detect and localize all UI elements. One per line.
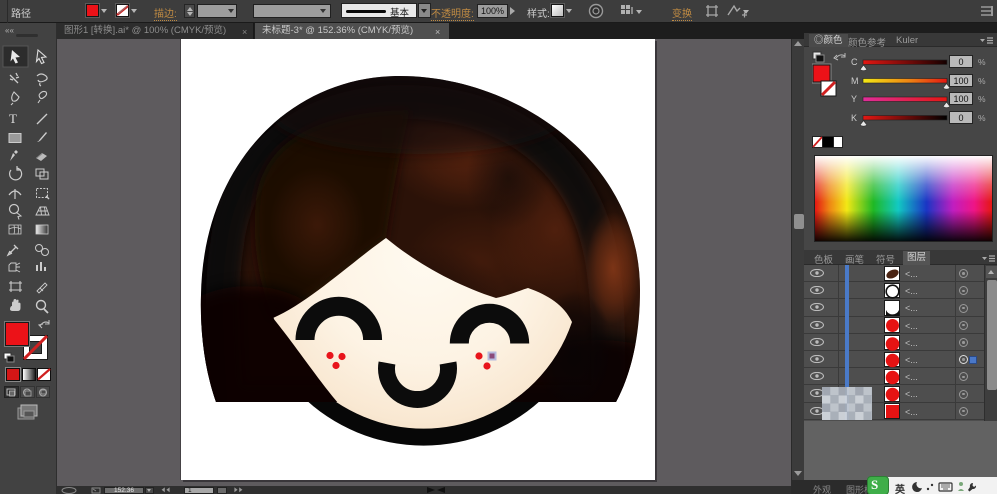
svg-text:T: T — [9, 111, 17, 126]
